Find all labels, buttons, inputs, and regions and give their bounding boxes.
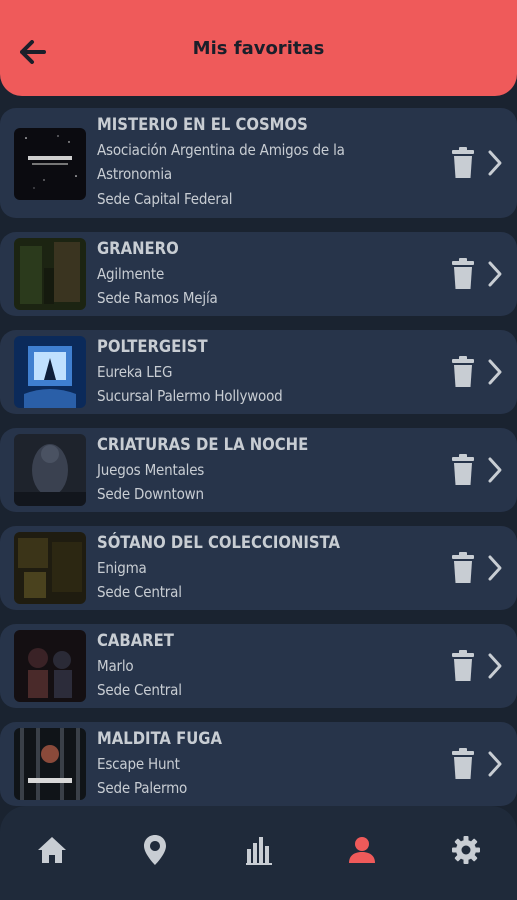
chevron-right-icon[interactable] (486, 456, 504, 484)
nav-home[interactable] (32, 830, 72, 870)
room-name: POLTERGEIST (97, 337, 208, 356)
trash-icon[interactable] (451, 650, 475, 682)
favorite-card[interactable]: MISTERIO EN EL COSMOS Asociación Argenti… (0, 108, 517, 218)
trash-icon[interactable] (451, 552, 475, 584)
room-thumbnail (14, 336, 86, 408)
room-name: MALDITA FUGA (97, 729, 222, 748)
app-header: Mis favoritas (0, 0, 517, 96)
chevron-right-icon[interactable] (486, 149, 504, 177)
nav-stats[interactable] (239, 830, 279, 870)
room-thumbnail (14, 630, 86, 702)
room-thumbnail (14, 532, 86, 604)
nav-map[interactable] (135, 830, 175, 870)
company-name: Asociación Argentina de Amigos de la Ast… (97, 140, 345, 184)
chevron-right-icon[interactable] (486, 358, 504, 386)
room-name: MISTERIO EN EL COSMOS (97, 115, 308, 134)
room-thumbnail (14, 128, 86, 200)
location-name: Sede Palermo (97, 779, 188, 797)
page-title: Mis favoritas (192, 38, 325, 59)
favorite-card[interactable]: SÓTANO DEL COLECCIONISTA Enigma Sede Cen… (0, 526, 517, 610)
company-name: Marlo (97, 656, 134, 675)
trash-icon[interactable] (451, 356, 475, 388)
location-name: Sede Capital Federal (97, 189, 233, 208)
home-icon (38, 837, 66, 863)
room-name: GRANERO (97, 239, 179, 258)
favorite-card[interactable]: MALDITA FUGA Escape Hunt Sede Palermo (0, 722, 517, 806)
company-name: Enigma (97, 558, 147, 577)
trash-icon[interactable] (451, 748, 475, 780)
trash-icon[interactable] (451, 258, 475, 290)
location-name: Sede Ramos Mejía (97, 289, 218, 307)
chevron-right-icon[interactable] (486, 652, 504, 680)
location-name: Sucursal Palermo Hollywood (97, 387, 283, 405)
room-thumbnail (14, 238, 86, 310)
room-name: SÓTANO DEL COLECCIONISTA (97, 533, 340, 552)
room-name: CABARET (97, 631, 174, 650)
chevron-right-icon[interactable] (486, 750, 504, 778)
trash-icon[interactable] (451, 454, 475, 486)
favorite-card[interactable]: POLTERGEIST Eureka LEG Sucursal Palermo … (0, 330, 517, 414)
location-name: Sede Downtown (97, 485, 204, 503)
company-name: Eureka LEG (97, 362, 173, 381)
favorite-card[interactable]: CRIATURAS DE LA NOCHE Juegos Mentales Se… (0, 428, 517, 512)
chevron-right-icon[interactable] (486, 554, 504, 582)
favorite-card[interactable]: GRANERO Agilmente Sede Ramos Mejía (0, 232, 517, 316)
favorite-card[interactable]: CABARET Marlo Sede Central (0, 624, 517, 708)
location-name: Sede Central (97, 583, 182, 601)
gear-icon (452, 836, 480, 864)
nav-profile[interactable] (342, 830, 382, 870)
room-thumbnail (14, 434, 86, 506)
room-name: CRIATURAS DE LA NOCHE (97, 435, 309, 454)
company-name: Escape Hunt (97, 754, 180, 773)
user-icon (349, 837, 375, 863)
map-pin-icon (144, 835, 166, 865)
location-name: Sede Central (97, 681, 182, 699)
nav-settings[interactable] (446, 830, 486, 870)
chevron-right-icon[interactable] (486, 260, 504, 288)
company-name: Agilmente (97, 264, 165, 283)
trash-icon[interactable] (451, 147, 475, 179)
company-name: Juegos Mentales (97, 460, 205, 479)
bar-chart-icon (246, 837, 272, 865)
room-thumbnail (14, 728, 86, 800)
